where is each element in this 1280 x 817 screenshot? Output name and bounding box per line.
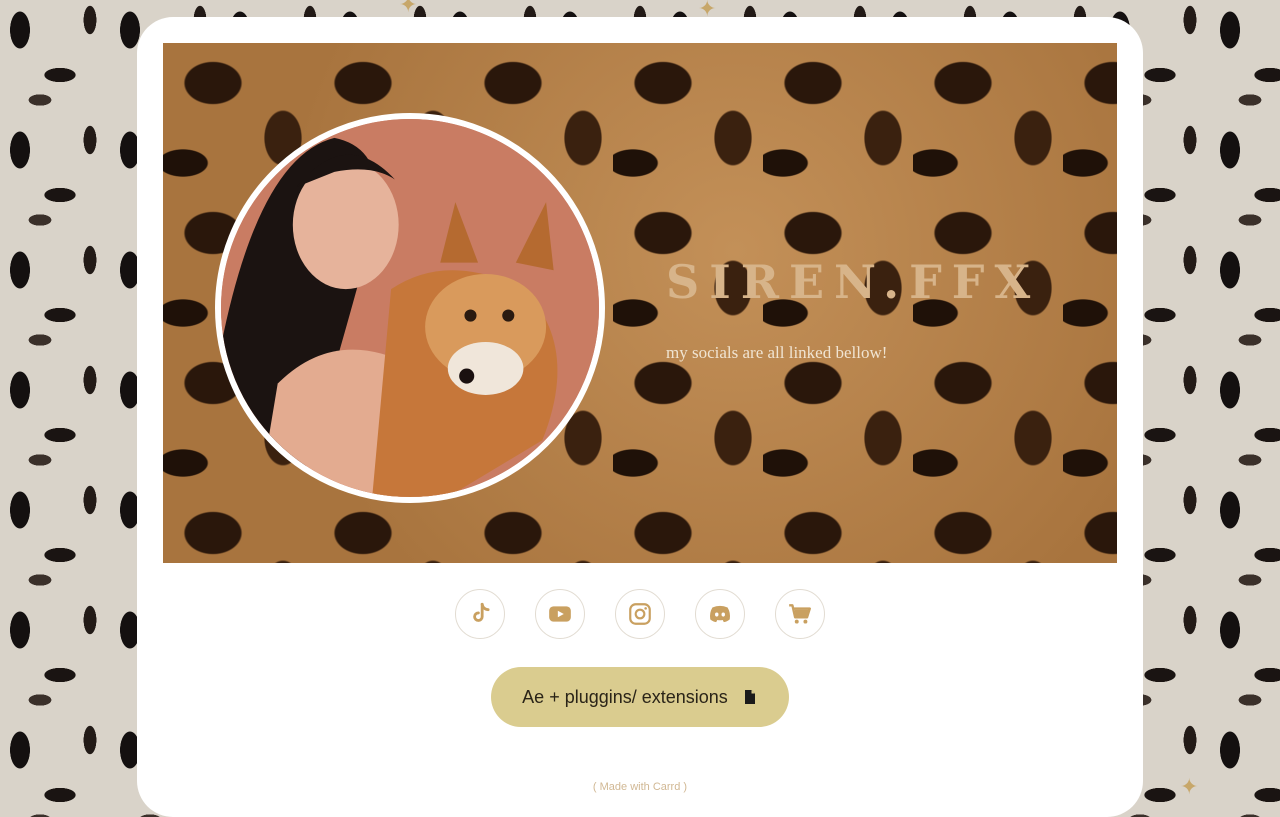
instagram-link[interactable] xyxy=(615,589,665,639)
page-subtitle: my socials are all linked bellow! xyxy=(666,343,888,362)
discord-icon xyxy=(709,605,731,623)
tiktok-icon xyxy=(473,602,490,622)
social-links xyxy=(137,589,1143,639)
youtube-link[interactable] xyxy=(535,589,585,639)
tiktok-link[interactable] xyxy=(455,589,505,639)
profile-card: SIREN.FFX my socials are all linked bell… xyxy=(137,17,1143,817)
hero-banner: SIREN.FFX my socials are all linked bell… xyxy=(163,43,1117,563)
shop-link[interactable] xyxy=(775,589,825,639)
extensions-button-label: Ae + pluggins/ extensions xyxy=(522,686,728,707)
sparkle-decoration: ✦ xyxy=(1180,774,1199,799)
cart-icon xyxy=(789,604,811,624)
sparkle-decoration: ✦ xyxy=(399,0,418,17)
extensions-button[interactable]: Ae + pluggins/ extensions xyxy=(491,667,789,727)
page-title: SIREN.FFX xyxy=(666,255,1041,309)
footer-credit[interactable]: ( Made with Carrd ) xyxy=(137,781,1143,793)
avatar-image xyxy=(221,119,599,497)
avatar xyxy=(215,113,605,503)
instagram-icon xyxy=(629,603,651,625)
youtube-icon xyxy=(549,606,571,622)
discord-link[interactable] xyxy=(695,589,745,639)
file-icon xyxy=(744,690,755,704)
